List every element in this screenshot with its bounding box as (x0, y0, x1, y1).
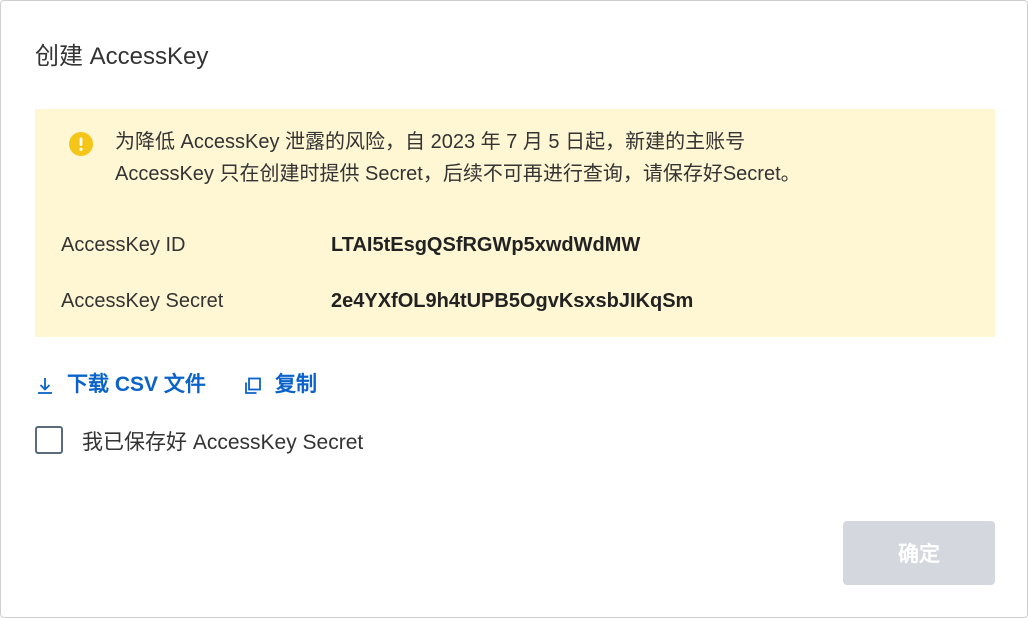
notice-panel: 为降低 AccessKey 泄露的风险，自 2023 年 7 月 5 日起，新建… (35, 109, 995, 337)
copy-button[interactable]: 复制 (243, 369, 335, 401)
download-csv-label: 下载 CSV 文件 (67, 373, 206, 396)
download-icon (38, 378, 52, 394)
notice-line-2: AccessKey 只在创建时提供 Secret，后续不可再进行查询，请保存好S… (115, 163, 801, 185)
accesskey-id-row: AccessKey ID LTAI5tEsgQSfRGWp5xwdWdMW (61, 229, 961, 261)
accesskey-id-value: LTAI5tEsgQSfRGWp5xwdWdMW (331, 234, 641, 256)
notice-text: 为降低 AccessKey 泄露的风险，自 2023 年 7 月 5 日起，新建… (115, 126, 975, 190)
saved-confirm-label[interactable]: 我已保存好 AccessKey Secret (82, 427, 363, 459)
accesskey-secret-row: AccessKey Secret 2e4YXfOL9h4tUPB5OgvKsxs… (61, 285, 961, 317)
warning-icon (69, 132, 93, 156)
notice-line-1: 为降低 AccessKey 泄露的风险，自 2023 年 7 月 5 日起，新建… (115, 131, 746, 153)
accesskey-id-label: AccessKey ID (61, 234, 186, 256)
saved-confirm-checkbox[interactable] (35, 426, 63, 454)
ok-button[interactable]: 确定 (843, 521, 995, 585)
create-accesskey-dialog: 创建 AccessKey 为降低 AccessKey 泄露的风险，自 2023 … (0, 0, 1028, 618)
copy-icon (245, 377, 261, 394)
copy-label: 复制 (275, 373, 317, 396)
download-csv-button[interactable]: 下载 CSV 文件 (35, 369, 225, 401)
accesskey-secret-label: AccessKey Secret (61, 290, 224, 312)
accesskey-secret-value: 2e4YXfOL9h4tUPB5OgvKsxsbJIKqSm (331, 290, 694, 312)
dialog-title: 创建 AccessKey (35, 43, 209, 70)
